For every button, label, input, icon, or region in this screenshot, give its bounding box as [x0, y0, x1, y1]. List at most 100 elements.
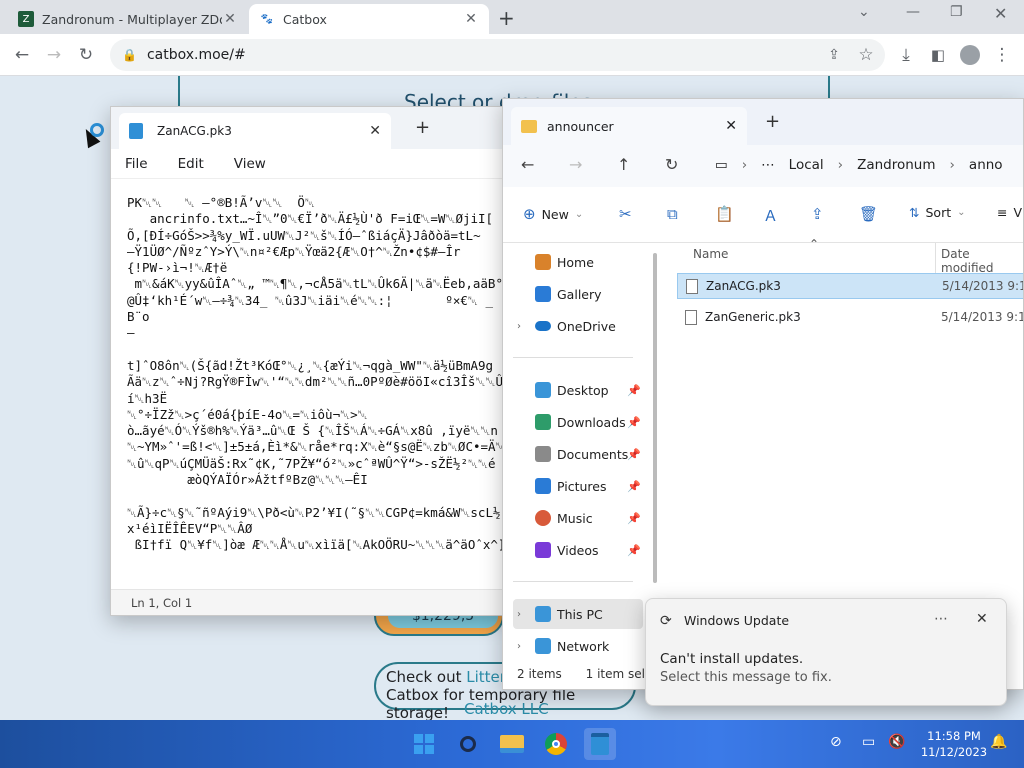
pin-icon: 📌 — [627, 447, 641, 461]
notepad-text-area[interactable]: PK␀␀ ␀ –°®B!Ã’v␀␀ Ö␀ ancrinfo.txt…~Î␀”0␀… — [127, 195, 507, 583]
new-button[interactable]: ⊕ New ⌄ — [523, 205, 583, 223]
sidebar-item-label: Pictures — [557, 478, 607, 494]
more-crumbs-icon[interactable]: ⋯ — [761, 157, 775, 173]
notepad-titlebar: ZanACG.pk3 ✕ + — [111, 107, 509, 149]
sidebar-item-home[interactable]: Home — [513, 247, 643, 277]
new-tab-button[interactable]: + — [415, 117, 430, 138]
chevron-right-icon[interactable]: › — [517, 321, 521, 332]
more-options-icon[interactable]: ⋯ — [934, 611, 948, 627]
tab-title: Catbox — [283, 11, 327, 27]
new-tab-button[interactable]: + — [498, 6, 515, 30]
item-count: 2 items — [517, 667, 562, 681]
paste-icon[interactable]: 📋 — [715, 205, 734, 223]
address-bar[interactable]: 🔒 catbox.moe/# — [110, 39, 885, 71]
close-icon[interactable]: ✕ — [976, 611, 988, 627]
refresh-icon[interactable]: ↻ — [665, 155, 678, 174]
system-clock[interactable]: 11:58 PM 11/12/2023 — [918, 728, 990, 760]
navigation-scrollbar[interactable] — [653, 253, 657, 583]
copy-icon[interactable]: ⧉ — [667, 205, 678, 223]
column-divider[interactable] — [935, 243, 936, 273]
menu-edit[interactable]: Edit — [178, 156, 204, 172]
close-tab-icon[interactable]: ✕ — [369, 123, 381, 139]
sidebar-item-this-pc[interactable]: › This PC — [513, 599, 643, 629]
chevron-down-icon[interactable]: ⌄ — [858, 4, 870, 20]
zandronum-favicon-icon: Z — [18, 11, 34, 27]
windows-update-toast[interactable]: ⟳ Windows Update ⋯ ✕ Can't install updat… — [645, 598, 1007, 706]
breadcrumb-item[interactable]: Zandronum — [857, 157, 935, 173]
network-disconnected-icon[interactable]: ⊘ — [830, 734, 842, 750]
forward-arrow-icon[interactable]: → — [42, 43, 66, 67]
column-header-name[interactable]: Name — [693, 247, 728, 261]
sidebar-item-downloads[interactable]: Downloads 📌 — [513, 407, 643, 437]
file-name: ZanGeneric.pk3 — [705, 310, 801, 324]
url-text: catbox.moe/# — [146, 47, 246, 63]
menu-file[interactable]: File — [125, 156, 148, 172]
download-icon[interactable]: ⤓ — [894, 43, 918, 67]
profile-avatar-icon[interactable] — [958, 43, 982, 67]
sidebar-item-gallery[interactable]: Gallery — [513, 279, 643, 309]
windows-logo-icon — [414, 734, 434, 754]
sidebar-item-desktop[interactable]: Desktop 📌 — [513, 375, 643, 405]
sidebar-item-label: OneDrive — [557, 318, 616, 334]
videos-icon — [535, 542, 551, 558]
new-tab-button[interactable]: + — [765, 111, 780, 132]
file-date: 5/14/2013 9:10 A — [942, 279, 1023, 293]
volume-muted-icon[interactable]: 🔇 — [888, 734, 905, 750]
cut-icon[interactable]: ✂ — [619, 205, 632, 223]
sidebar-item-videos[interactable]: Videos 📌 — [513, 535, 643, 565]
new-label: New — [541, 206, 569, 222]
breadcrumb-item[interactable]: anno — [969, 157, 1003, 173]
display-icon[interactable]: ▭ — [862, 734, 875, 750]
close-tab-icon[interactable]: ✕ — [725, 118, 737, 134]
tab-zandronum[interactable]: Z Zandronum - Multiplayer ZDoom ✕ — [8, 4, 248, 34]
sidebar-item-network[interactable]: › Network — [513, 631, 643, 661]
reload-icon[interactable]: ↻ — [74, 43, 98, 67]
back-arrow-icon[interactable]: ← — [521, 155, 534, 174]
footer-text: Catbox LLC — [464, 700, 549, 718]
notepad-status-bar: Ln 1, Col 1 — [111, 589, 509, 615]
sidebar-item-pictures[interactable]: Pictures 📌 — [513, 471, 643, 501]
menu-view[interactable]: View — [234, 156, 266, 172]
minimize-icon[interactable]: — — [906, 4, 920, 20]
notepad-taskbar-icon[interactable] — [584, 728, 616, 760]
rename-icon[interactable]: Ａ — [763, 205, 778, 226]
side-panel-icon[interactable]: ◧ — [926, 43, 950, 67]
breadcrumb-item[interactable]: Local — [789, 157, 824, 173]
restore-icon[interactable]: ❐ — [950, 4, 963, 20]
tab-catbox[interactable]: 🐾 Catbox ✕ — [249, 4, 489, 34]
explorer-tab[interactable]: announcer ✕ — [511, 107, 747, 145]
view-button[interactable]: ≡ V — [997, 205, 1022, 220]
notification-bell-icon[interactable]: 🔔 — [990, 734, 1007, 750]
sidebar-item-music[interactable]: Music 📌 — [513, 503, 643, 533]
search-icon[interactable] — [452, 728, 484, 760]
close-tab-icon[interactable]: ✕ — [222, 11, 238, 27]
forward-arrow-icon[interactable]: → — [569, 155, 582, 174]
sidebar-item-documents[interactable]: Documents 📌 — [513, 439, 643, 469]
sort-button[interactable]: ⇅ Sort ⌄ — [909, 205, 966, 220]
column-header-date[interactable]: Date modified — [941, 247, 1023, 275]
file-row[interactable]: ZanACG.pk3 5/14/2013 9:10 A — [677, 273, 1023, 299]
kebab-menu-icon[interactable]: ⋮ — [990, 43, 1014, 67]
file-explorer-taskbar-icon[interactable] — [496, 728, 528, 760]
close-tab-icon[interactable]: ✕ — [463, 11, 479, 27]
star-icon[interactable]: ☆ — [854, 43, 878, 67]
taskbar: ⊘ ▭ 🔇 11:58 PM 11/12/2023 🔔 — [0, 720, 1024, 768]
chevron-right-icon[interactable]: › — [517, 609, 521, 620]
toast-app-name: Windows Update — [684, 613, 790, 628]
start-button[interactable] — [408, 728, 440, 760]
monitor-icon[interactable]: ▭ — [715, 157, 728, 173]
share-icon[interactable]: ⇪ — [811, 205, 824, 223]
close-window-icon[interactable]: ✕ — [994, 4, 1007, 23]
delete-icon[interactable]: 🗑 — [859, 205, 878, 223]
chevron-right-icon: › — [741, 157, 748, 173]
explorer-navbar: ← → ↑ ↻ ▭ › ⋯ Local › Zandronum › anno — [503, 145, 1023, 187]
up-arrow-icon[interactable]: ↑ — [617, 155, 630, 174]
file-row[interactable]: ZanGeneric.pk3 5/14/2013 9:11 A — [677, 304, 1023, 330]
notepad-tab[interactable]: ZanACG.pk3 ✕ — [119, 113, 391, 149]
chevron-right-icon[interactable]: › — [517, 641, 521, 652]
chrome-taskbar-icon[interactable] — [540, 728, 572, 760]
sidebar-item-onedrive[interactable]: › OneDrive — [513, 311, 643, 341]
back-arrow-icon[interactable]: ← — [10, 43, 34, 67]
sidebar-item-label: Music — [557, 510, 593, 526]
share-icon[interactable]: ⇪ — [822, 43, 846, 67]
